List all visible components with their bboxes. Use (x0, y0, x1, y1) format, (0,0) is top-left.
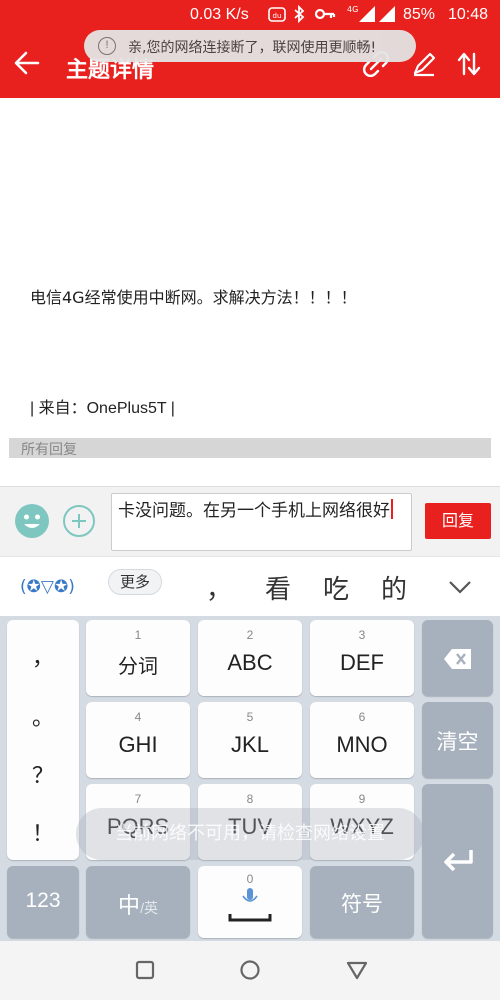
clear-key-label: 清空 (436, 731, 479, 754)
info-icon: ! (98, 37, 116, 55)
reply-bar: 卡没问题。在另一个手机上网络很好 回复 (0, 486, 500, 556)
enter-key[interactable] (422, 784, 493, 938)
key-9-num: 9 (358, 792, 366, 806)
key-7-num: 7 (134, 792, 142, 806)
reply-input-text: 卡没问题。在另一个手机上网络很好 (118, 501, 390, 521)
network-toast: ! 亲,您的网络连接断了，联网使用更顺畅! (84, 30, 416, 62)
numeric-mode-label: 123 (25, 889, 61, 912)
key-8-num: 8 (246, 792, 254, 806)
numeric-mode-key[interactable]: 123 (7, 866, 79, 938)
symbols-key-label: 符号 (341, 893, 383, 916)
recents-icon[interactable] (132, 957, 158, 983)
key-1-label: 分词 (118, 656, 158, 678)
ime-logo[interactable]: (✪▽✪) (20, 577, 75, 597)
vpn-key-icon (314, 5, 336, 27)
key-2-num: 2 (246, 628, 254, 642)
key-6[interactable]: 6 MNO (310, 702, 414, 778)
post-source: | 来自：OnePlus5T | (30, 400, 175, 417)
space-key-num: 0 (246, 872, 254, 886)
chevron-down-icon[interactable] (448, 575, 472, 599)
pen-icon[interactable] (410, 50, 438, 78)
punctuation-column: ， 。 ？ ！ (7, 620, 79, 860)
network-speed: 0.03 K/s (190, 6, 249, 23)
enter-icon (444, 850, 473, 872)
lang-cn-label: 中 (118, 893, 141, 918)
candidate-4[interactable]: 的 (381, 569, 407, 606)
key-6-num: 6 (358, 710, 366, 724)
key-1-num: 1 (134, 628, 142, 642)
toast-text: 亲,您的网络连接断了，联网使用更顺畅! (128, 40, 377, 56)
app-header: 0.03 K/s du 4G 85% 10:48 主题详情 ! 亲,您的网络连接… (0, 0, 500, 98)
lang-en-label: /英 (140, 900, 158, 916)
key-4[interactable]: 4 GHI (86, 702, 190, 778)
add-attachment-icon[interactable] (63, 505, 95, 537)
status-bar: 0.03 K/s du 4G 85% 10:48 (0, 0, 500, 30)
key-5-label: JKL (231, 732, 269, 757)
signal-icon-1 (357, 5, 377, 27)
arrow-left-icon[interactable] (12, 48, 42, 78)
network-unavailable-hint: 当前网络不可用，请检查网络设置 (76, 808, 424, 860)
language-switch-key[interactable]: 中/英 (86, 866, 190, 938)
space-key[interactable]: 0 (198, 866, 302, 938)
ime-candidate-bar: (✪▽✪) 更多 ， 看 吃 的 (0, 556, 500, 616)
more-candidates-button[interactable]: 更多 (108, 569, 162, 595)
microphone-icon (228, 888, 272, 922)
system-nav-bar (0, 941, 500, 1000)
emoji-icon[interactable] (15, 504, 49, 538)
key-3-label: DEF (340, 650, 384, 675)
punct-question-key[interactable]: ？ (7, 758, 79, 790)
app-notification-icon: du (268, 5, 286, 27)
backspace-key[interactable] (422, 620, 493, 696)
punct-exclaim-key[interactable]: ！ (7, 816, 79, 848)
keyboard: ， 。 ？ ！ 1 分词 2 ABC 3 DEF 4 GHI 5 JKL 6 M… (0, 616, 500, 941)
symbols-key[interactable]: 符号 (310, 866, 414, 938)
text-caret (391, 499, 393, 519)
key-1[interactable]: 1 分词 (86, 620, 190, 696)
key-4-label: GHI (118, 732, 158, 757)
clear-key[interactable]: 清空 (422, 702, 493, 778)
back-nav-icon[interactable] (344, 957, 370, 983)
backspace-icon (444, 649, 471, 669)
reply-button[interactable]: 回复 (425, 503, 491, 539)
reply-input[interactable]: 卡没问题。在另一个手机上网络很好 (111, 493, 412, 551)
post-body: 电信4G经常使用中断网。求解决方法！！！！ (30, 288, 357, 307)
home-icon[interactable] (237, 957, 263, 983)
candidate-3[interactable]: 吃 (323, 569, 349, 606)
svg-text:du: du (273, 12, 282, 20)
bluetooth-icon (292, 4, 306, 27)
replies-header: 所有回复 (9, 438, 491, 458)
key-3-num: 3 (358, 628, 366, 642)
key-3[interactable]: 3 DEF (310, 620, 414, 696)
key-2-label: ABC (227, 650, 273, 675)
battery-level: 85% (403, 6, 436, 23)
key-6-label: MNO (336, 732, 388, 757)
key-5[interactable]: 5 JKL (198, 702, 302, 778)
candidate-1[interactable]: ， (206, 569, 232, 606)
key-5-num: 5 (246, 710, 254, 724)
sort-icon[interactable] (455, 50, 483, 78)
key-4-num: 4 (134, 710, 142, 724)
signal-icon-2 (377, 5, 397, 27)
punct-period-key[interactable]: 。 (7, 700, 79, 732)
punct-comma-key[interactable]: ， (7, 640, 79, 672)
key-2[interactable]: 2 ABC (198, 620, 302, 696)
candidate-2[interactable]: 看 (265, 569, 291, 606)
replies-header-label: 所有回复 (21, 442, 77, 458)
clock: 10:48 (448, 6, 489, 23)
